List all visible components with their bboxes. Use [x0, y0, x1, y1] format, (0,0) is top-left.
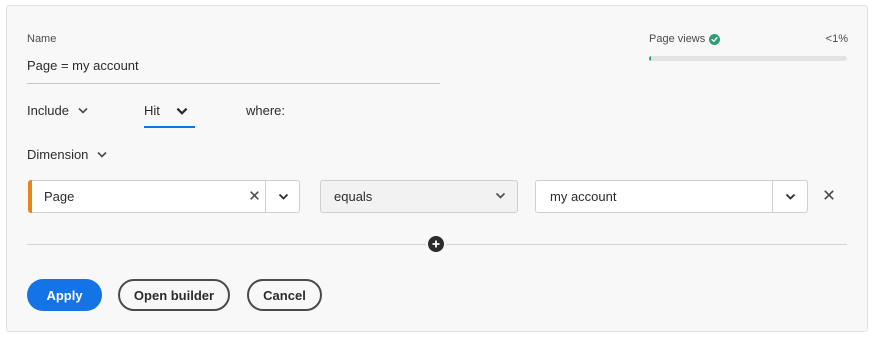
page-views-meter [649, 56, 847, 61]
page-views-percent: <1% [825, 33, 848, 45]
dimension-value[interactable]: Page [44, 189, 74, 204]
chevron-down-icon [785, 193, 796, 200]
hit-dropdown-underline [144, 126, 195, 128]
dimension-combobox[interactable]: Page [28, 180, 300, 213]
add-condition-icon[interactable] [428, 236, 444, 252]
dimension-color-marker [28, 180, 32, 213]
match-value[interactable]: my account [550, 189, 616, 204]
where-label: where: [246, 103, 286, 118]
page-views-label-text: Page views [649, 33, 706, 45]
include-label: Include [27, 103, 69, 118]
hit-dropdown[interactable]: Hit [144, 103, 188, 118]
dimension-dropdown[interactable]: Dimension [27, 147, 107, 162]
page-views-label: Page views [649, 33, 721, 45]
open-builder-button[interactable]: Open builder [118, 279, 230, 311]
remove-condition-icon[interactable] [823, 189, 835, 201]
clear-icon[interactable] [249, 190, 260, 201]
chevron-down-icon [278, 193, 288, 200]
cancel-button[interactable]: Cancel [247, 279, 322, 311]
hit-label: Hit [144, 103, 160, 118]
checkmark-circle-icon [709, 33, 721, 45]
name-field-underline [27, 83, 440, 84]
dimension-label: Dimension [27, 147, 89, 162]
chevron-down-icon [495, 192, 506, 199]
operator-value: equals [334, 189, 373, 204]
divider-right [446, 244, 847, 245]
dimension-dropdown-button[interactable] [266, 181, 300, 212]
name-label: Name [27, 33, 57, 45]
include-dropdown[interactable]: Include [27, 103, 88, 118]
chevron-down-icon [176, 107, 188, 115]
match-value-dropdown-button[interactable] [773, 181, 808, 212]
chevron-down-icon [97, 151, 107, 158]
apply-button[interactable]: Apply [27, 279, 102, 311]
divider-left [27, 244, 426, 245]
match-value-combobox[interactable]: my account [535, 180, 808, 213]
operator-select[interactable]: equals [320, 180, 518, 213]
chevron-down-icon [78, 107, 88, 114]
page-views-meter-fill [649, 56, 651, 61]
name-field[interactable]: Page = my account [27, 58, 139, 73]
